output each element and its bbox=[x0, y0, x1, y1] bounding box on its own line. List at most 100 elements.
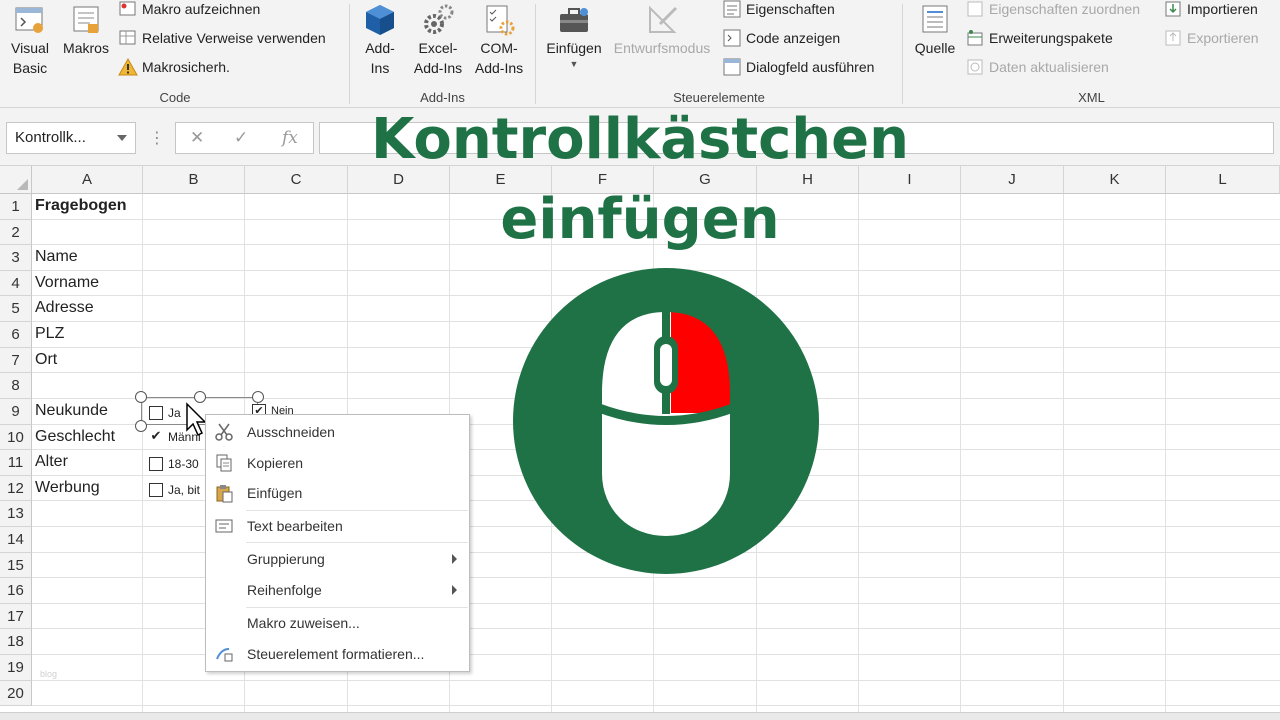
resize-handle[interactable] bbox=[135, 420, 147, 432]
record-macro-button[interactable]: Makro aufzeichnen bbox=[118, 0, 260, 21]
row-header-1[interactable]: 1 bbox=[0, 194, 32, 220]
column-header-k[interactable]: K bbox=[1064, 166, 1166, 194]
expansion-packs-label: Erweiterungspakete bbox=[989, 30, 1113, 46]
row-header-4[interactable]: 4 bbox=[0, 271, 32, 296]
row-header-9[interactable]: 9 bbox=[0, 399, 32, 425]
row-header-16[interactable]: 16 bbox=[0, 578, 32, 604]
properties-label: Eigenschaften bbox=[746, 1, 835, 17]
menu-item-paste[interactable]: Einfügen bbox=[206, 479, 469, 507]
row-header-13[interactable]: 13 bbox=[0, 501, 32, 527]
menu-item-label: Steuerelement formatieren... bbox=[247, 646, 425, 662]
checkbox-ja[interactable]: Ja bbox=[149, 404, 189, 422]
com-addins-label-1: COM- bbox=[480, 40, 518, 56]
checkbox-box bbox=[149, 483, 163, 497]
visual-basic-label-1: Visual bbox=[11, 40, 49, 56]
cancel-icon[interactable]: ✕ bbox=[190, 128, 204, 148]
cell-a9[interactable]: Neukunde bbox=[32, 402, 108, 420]
chevron-down-icon[interactable] bbox=[117, 135, 127, 141]
refresh-data-button[interactable]: Daten aktualisieren bbox=[965, 55, 1109, 79]
cell-a7[interactable]: Ort bbox=[32, 351, 57, 369]
com-addins-button[interactable]: COM- Add-Ins bbox=[470, 2, 528, 78]
menu-item-label: Einfügen bbox=[247, 485, 303, 501]
cell-a3[interactable]: Name bbox=[32, 248, 78, 266]
expansion-packs-button[interactable]: Erweiterungspakete bbox=[965, 26, 1113, 50]
insert-control-button[interactable]: Einfügen ▼ bbox=[540, 2, 608, 70]
excel-addins-button[interactable]: Excel- Add-Ins bbox=[408, 2, 468, 78]
menu-item-label: Ausschneiden bbox=[247, 424, 335, 440]
row-header-6[interactable]: 6 bbox=[0, 322, 32, 348]
menu-item-order[interactable]: Reihenfolge bbox=[206, 576, 469, 604]
submenu-arrow-icon bbox=[452, 585, 457, 595]
resize-handle[interactable] bbox=[135, 391, 147, 403]
row-header-12[interactable]: 12 bbox=[0, 476, 32, 501]
formula-bar-handle-icon[interactable]: ⋮ bbox=[149, 128, 165, 148]
cell-a11[interactable]: Alter bbox=[32, 453, 68, 471]
row-header-11[interactable]: 11 bbox=[0, 450, 32, 476]
macro-security-button[interactable]: Makrosicherh. bbox=[118, 55, 230, 79]
run-dialog-button[interactable]: Dialogfeld ausführen bbox=[722, 55, 874, 79]
xml-source-button[interactable]: Quelle bbox=[909, 2, 961, 58]
menu-item-cut[interactable]: Ausschneiden bbox=[206, 418, 469, 446]
relative-refs-button[interactable]: Relative Verweise verwenden bbox=[118, 26, 326, 50]
menu-item-format-control[interactable]: Steuerelement formatieren... bbox=[206, 640, 469, 668]
ribbon-group-code: Visual Basic Makros Makro aufzeichnen Re… bbox=[0, 0, 350, 108]
import-button[interactable]: Importieren bbox=[1163, 0, 1258, 21]
name-box[interactable]: Kontrollk... bbox=[6, 122, 136, 154]
macros-icon bbox=[73, 6, 99, 33]
column-header-a[interactable]: A bbox=[32, 166, 143, 194]
refresh-icon bbox=[967, 59, 983, 75]
column-header-b[interactable]: B bbox=[143, 166, 245, 194]
properties-button[interactable]: Eigenschaften bbox=[722, 0, 835, 21]
cell-a10[interactable]: Geschlecht bbox=[32, 428, 115, 446]
menu-item-copy[interactable]: Kopieren bbox=[206, 449, 469, 477]
row-header-17[interactable]: 17 bbox=[0, 604, 32, 629]
menu-separator bbox=[246, 510, 468, 511]
row-header-18[interactable]: 18 bbox=[0, 629, 32, 655]
gridline bbox=[1165, 194, 1166, 714]
insert-function-icon[interactable]: fx bbox=[282, 128, 298, 148]
checkbox-label: Ja bbox=[168, 406, 181, 420]
row-header-5[interactable]: 5 bbox=[0, 296, 32, 322]
enter-icon[interactable]: ✓ bbox=[234, 128, 248, 148]
design-mode-button[interactable]: Entwurfsmodus bbox=[608, 2, 716, 58]
menu-separator bbox=[246, 607, 468, 608]
warning-icon bbox=[118, 57, 138, 76]
row-header-10[interactable]: 10 bbox=[0, 425, 32, 450]
column-header-c[interactable]: C bbox=[245, 166, 348, 194]
cell-a1[interactable]: Fragebogen bbox=[32, 197, 127, 215]
addins-button[interactable]: Add- Ins bbox=[358, 2, 402, 78]
excel-addins-label-1: Excel- bbox=[418, 40, 458, 56]
row-header-2[interactable]: 2 bbox=[0, 220, 32, 245]
menu-item-assign-macro[interactable]: Makro zuweisen... bbox=[206, 609, 469, 637]
map-properties-button[interactable]: Eigenschaften zuordnen bbox=[965, 0, 1140, 21]
gridline bbox=[960, 194, 961, 714]
macro-security-label: Makrosicherh. bbox=[142, 59, 230, 75]
select-all-button[interactable] bbox=[0, 166, 32, 194]
import-icon bbox=[1165, 1, 1181, 17]
cell-a5[interactable]: Adresse bbox=[32, 299, 94, 317]
menu-item-grouping[interactable]: Gruppierung bbox=[206, 545, 469, 573]
checkbox-18-30[interactable]: 18-30 bbox=[149, 455, 205, 473]
menu-item-edit-text[interactable]: Text bearbeiten bbox=[206, 512, 469, 540]
row-header-14[interactable]: 14 bbox=[0, 527, 32, 553]
row-header-15[interactable]: 15 bbox=[0, 553, 32, 578]
visual-basic-button[interactable]: Visual Basic bbox=[4, 2, 56, 78]
checkbox-ja-bitte[interactable]: Ja, bit bbox=[149, 481, 205, 499]
macros-button[interactable]: Makros bbox=[58, 2, 114, 58]
cell-a6[interactable]: PLZ bbox=[32, 325, 64, 343]
view-code-button[interactable]: Code anzeigen bbox=[722, 26, 840, 50]
column-header-j[interactable]: J bbox=[961, 166, 1064, 194]
format-control-icon bbox=[216, 648, 233, 662]
column-header-l[interactable]: L bbox=[1166, 166, 1280, 194]
row-header-8[interactable]: 8 bbox=[0, 373, 32, 399]
cell-a12[interactable]: Werbung bbox=[32, 479, 100, 497]
cell-a4[interactable]: Vorname bbox=[32, 274, 99, 292]
run-dialog-icon bbox=[723, 58, 741, 76]
row-header-19[interactable]: 19 bbox=[0, 655, 32, 681]
paste-icon bbox=[216, 485, 233, 503]
row-header-7[interactable]: 7 bbox=[0, 348, 32, 373]
row-header-3[interactable]: 3 bbox=[0, 245, 32, 271]
row-header-20[interactable]: 20 bbox=[0, 681, 32, 706]
relative-refs-label: Relative Verweise verwenden bbox=[142, 30, 326, 46]
export-button[interactable]: Exportieren bbox=[1163, 26, 1259, 50]
